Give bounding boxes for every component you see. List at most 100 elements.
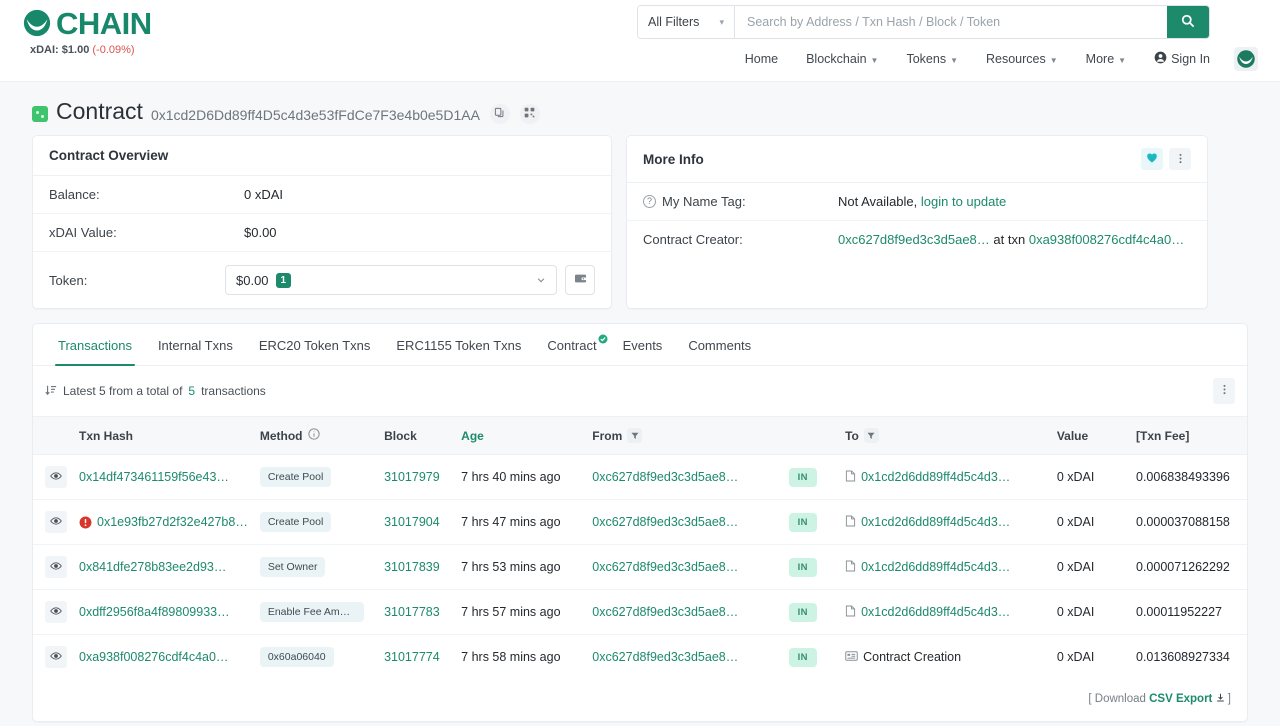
block-link[interactable]: 31017904 — [384, 515, 440, 529]
table-summary-bar: Latest 5 from a total of 5 transactions — [33, 366, 1247, 416]
more-options-button[interactable] — [1169, 148, 1191, 170]
add-to-wallet-button[interactable] — [565, 265, 595, 295]
avatar[interactable] — [1234, 47, 1258, 71]
cell-to: 0x1cd2d6dd89ff4d5c4d3… — [839, 454, 1051, 500]
token-select[interactable]: $0.00 1 — [225, 265, 557, 295]
row-preview-button[interactable] — [45, 511, 67, 533]
search-input[interactable] — [735, 6, 1167, 38]
login-to-update-link[interactable]: login to update — [921, 194, 1006, 209]
contract-overview-card: Contract Overview Balance: 0 xDAI xDAI V… — [32, 135, 612, 309]
eye-icon — [50, 605, 62, 620]
contract-file-icon — [845, 605, 856, 620]
name-tag-label: My Name Tag: — [662, 194, 746, 209]
sort-descending-icon[interactable] — [45, 384, 57, 399]
cell-value: 0 xDAI — [1056, 650, 1095, 664]
col-age[interactable]: Age — [455, 416, 587, 455]
name-tag-value: Not Available, — [838, 194, 918, 209]
name-tag-label-wrap: ? My Name Tag: — [643, 194, 838, 209]
cell-method: Set Owner — [253, 544, 379, 590]
to-address-link[interactable]: 0x1cd2d6dd89ff4d5c4d3… — [861, 605, 1010, 619]
from-address-link[interactable]: 0xc627d8f9ed3c3d5ae8… — [592, 650, 738, 664]
cell-method: Enable Fee Amoun… — [253, 589, 379, 635]
owl-logo-icon — [22, 8, 52, 38]
brand-block[interactable]: CHAIN xDAI: $1.00 (-0.09%) — [22, 8, 152, 56]
tab-comments[interactable]: Comments — [675, 324, 764, 365]
method-badge: Create Pool — [259, 467, 332, 487]
filter-icon[interactable] — [863, 428, 879, 443]
row-preview-button[interactable] — [45, 646, 67, 668]
table-options-button[interactable] — [1213, 378, 1235, 404]
table-row: 0x14df473461159f56e43… Create Pool 31017… — [33, 454, 1247, 500]
tab-erc1155-token-txns[interactable]: ERC1155 Token Txns — [383, 324, 534, 365]
brand-name: CHAIN — [56, 6, 152, 41]
block-link[interactable]: 31017783 — [384, 605, 440, 619]
cell-from: 0xc627d8f9ed3c3d5ae8… — [586, 544, 783, 590]
from-address-link[interactable]: 0xc627d8f9ed3c3d5ae8… — [592, 470, 738, 484]
card-title: More Info — [643, 151, 704, 167]
from-address-link[interactable]: 0xc627d8f9ed3c3d5ae8… — [592, 605, 738, 619]
txn-hash-link[interactable]: 0x841dfe278b83ee2d93… — [79, 560, 226, 574]
to-address-link[interactable]: 0x1cd2d6dd89ff4d5c4d3… — [861, 515, 1010, 529]
qr-code-icon — [524, 105, 535, 123]
txn-hash-link[interactable]: 0xa938f008276cdf4c4a0… — [79, 650, 228, 664]
cell-block: 31017904 — [378, 499, 456, 545]
method-badge: Set Owner — [259, 557, 326, 577]
tab-internal-txns[interactable]: Internal Txns — [145, 324, 246, 365]
contract-creation-label: Contract Creation — [863, 650, 962, 664]
from-address-link[interactable]: 0xc627d8f9ed3c3d5ae8… — [592, 560, 738, 574]
all-filters-dropdown[interactable]: All Filters ▾ — [638, 6, 735, 38]
nav-item-resources[interactable]: Resources ▼ — [972, 48, 1072, 70]
txn-hash-link[interactable]: 0xdff2956f8a4f89809933… — [79, 605, 230, 619]
txn-hash-link[interactable]: 0x14df473461159f56e43… — [79, 470, 229, 484]
copy-address-button[interactable] — [489, 103, 510, 124]
favorite-button[interactable] — [1141, 148, 1163, 170]
summary-cards-row: Contract Overview Balance: 0 xDAI xDAI V… — [0, 135, 1280, 309]
all-filters-label: All Filters — [648, 15, 700, 29]
owl-avatar-icon — [1237, 50, 1255, 68]
wallet-icon — [574, 272, 587, 288]
cell-to: Contract Creation — [839, 635, 1051, 680]
creator-address-link[interactable]: 0xc627d8f9ed3c3d5ae8… — [838, 232, 990, 247]
cell-to: 0x1cd2d6dd89ff4d5c4d3… — [839, 544, 1051, 590]
page-title: Contract — [56, 98, 143, 124]
row-preview-button[interactable] — [45, 466, 67, 488]
user-circle-icon — [1154, 51, 1167, 67]
nav-item-home[interactable]: Home — [731, 48, 792, 70]
table-body: 0x14df473461159f56e43… Create Pool 31017… — [33, 454, 1247, 680]
chevron-down-icon — [536, 273, 546, 288]
footer-open-bracket: [ — [1088, 693, 1092, 705]
block-link[interactable]: 31017839 — [384, 560, 440, 574]
more-info-row-name-tag: ? My Name Tag: Not Available, login to u… — [627, 183, 1207, 221]
tab-events[interactable]: Events — [610, 324, 676, 365]
to-address-link[interactable]: 0x1cd2d6dd89ff4d5c4d3… — [861, 560, 1010, 574]
overview-row-balance: Balance: 0 xDAI — [33, 176, 611, 214]
download-icon[interactable] — [1216, 693, 1228, 705]
nav-item-blockchain[interactable]: Blockchain ▼ — [792, 48, 892, 70]
col-label: From — [592, 428, 623, 443]
col-txn-hash: Txn Hash — [73, 416, 254, 455]
from-address-link[interactable]: 0xc627d8f9ed3c3d5ae8… — [592, 515, 738, 529]
col-txn-fee: [Txn Fee] — [1130, 416, 1247, 455]
csv-export-link[interactable]: CSV Export — [1149, 693, 1212, 705]
to-address-link[interactable]: 0x1cd2d6dd89ff4d5c4d3… — [861, 470, 1010, 484]
tab-contract[interactable]: Contract — [534, 324, 609, 365]
footer-close-bracket: ] — [1227, 693, 1231, 705]
search-submit-button[interactable] — [1167, 6, 1209, 38]
col-block[interactable]: Block — [378, 416, 456, 455]
nav-item-more[interactable]: More ▼ — [1072, 48, 1140, 70]
tab-erc20-token-txns[interactable]: ERC20 Token Txns — [246, 324, 384, 365]
tab-transactions[interactable]: Transactions — [45, 324, 145, 366]
nav-item-tokens[interactable]: Tokens ▼ — [892, 48, 972, 70]
row-preview-button[interactable] — [45, 601, 67, 623]
filter-icon[interactable] — [627, 428, 643, 443]
block-link[interactable]: 31017774 — [384, 650, 440, 664]
nav-item-sign-in[interactable]: Sign In — [1140, 47, 1224, 71]
direction-badge: IN — [788, 557, 817, 577]
qr-code-button[interactable] — [519, 103, 540, 124]
txn-hash-link[interactable]: 0x1e93fb27d2f32e427b8… — [97, 515, 248, 529]
method-badge: Enable Fee Amoun… — [259, 602, 364, 622]
creation-txn-link[interactable]: 0xa938f008276cdf4c4a0… — [1029, 232, 1184, 247]
row-preview-button[interactable] — [45, 556, 67, 578]
block-link[interactable]: 31017979 — [384, 470, 440, 484]
nav-label: Sign In — [1171, 52, 1210, 66]
